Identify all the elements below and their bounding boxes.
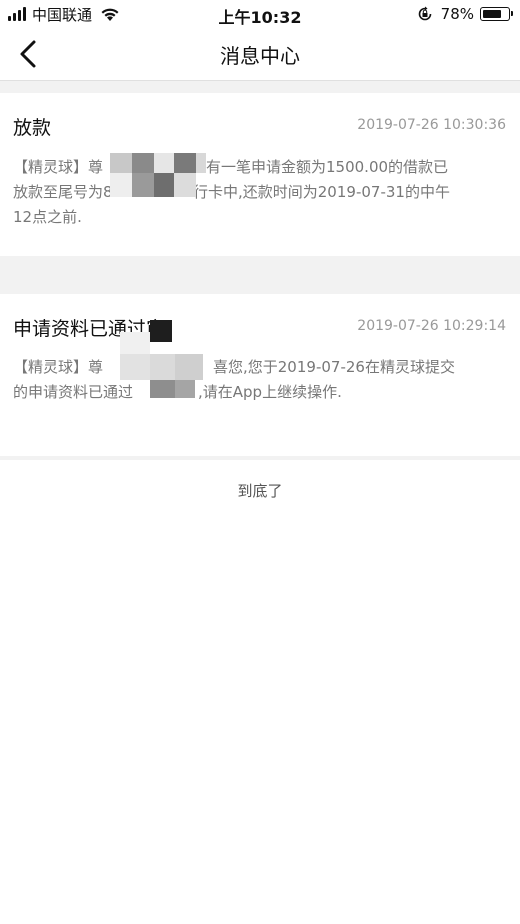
message-body: 【精灵球】尊 有一笔申请金额为1500.00的借款已 放款至尾号为8 行卡中,还… (13, 155, 507, 230)
list-bottom-gap (0, 456, 520, 460)
message-title: 放款 (13, 117, 52, 139)
message-time: 2019-07-26 10:30:36 (357, 117, 506, 133)
message-body-line: 12点之前. (13, 208, 82, 226)
message-body-line: 的申请资料已通过 (13, 383, 134, 401)
redaction-mosaic (120, 312, 215, 400)
end-of-list-label: 到底了 (237, 482, 283, 500)
message-body-line: 放款至尾号为8 (13, 183, 113, 201)
nav-bar: 消息中心 (0, 28, 520, 81)
message-time: 2019-07-26 10:29:14 (357, 318, 506, 334)
page-title: 消息中心 (220, 44, 300, 68)
redaction-mosaic (110, 153, 210, 201)
message-body-line: 行卡中,还款时间为2019-07-31的中午 (193, 183, 450, 201)
orientation-lock-icon (418, 6, 431, 21)
list-top-gap (0, 81, 520, 93)
message-card[interactable]: 放款 2019-07-26 10:30:36 【精灵球】尊 有一笔申请金额为15… (0, 93, 520, 256)
list-gap (0, 256, 520, 294)
status-right: 78% (417, 4, 513, 24)
message-body-line: 有一笔申请金额为1500.00的借款已 (206, 158, 449, 176)
message-card[interactable]: 申请资料已通过审 2019-07-26 10:29:14 【精灵球】尊 喜您,您… (0, 294, 520, 456)
battery-icon (480, 7, 513, 21)
message-body-line: ,请在App上继续操作. (198, 383, 342, 401)
status-bar: 中国联通 上午10:32 78% (0, 0, 520, 28)
message-body-line: 【精灵球】尊 (13, 358, 104, 376)
message-body: 【精灵球】尊 喜您,您于2019-07-26在精灵球提交 的申请资料已通过 ,请… (13, 355, 507, 405)
message-body-line: 喜您,您于2019-07-26在精灵球提交 (213, 358, 455, 376)
battery-fill (483, 10, 501, 18)
message-body-line: 【精灵球】尊 (13, 158, 104, 176)
battery-percent: 78% (440, 5, 474, 23)
